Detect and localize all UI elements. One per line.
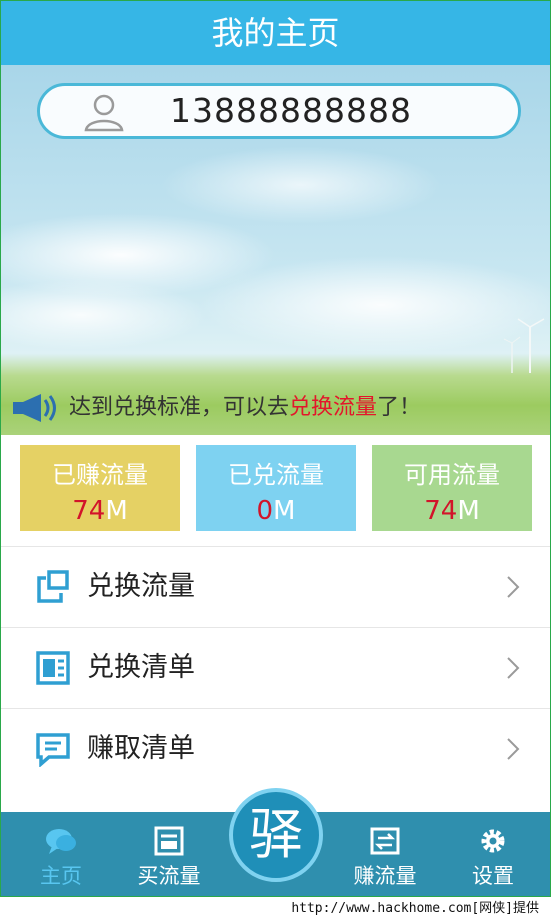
list-icon <box>36 651 70 685</box>
tab-label: 主页 <box>40 864 82 888</box>
stat-unit: M <box>105 496 128 526</box>
menu-item-exchange-traffic[interactable]: 兑换流量 <box>1 546 550 627</box>
tab-buy-traffic[interactable]: 买流量 <box>129 812 209 896</box>
receipt-icon <box>154 826 184 856</box>
menu-item-label: 兑换流量 <box>87 571 195 602</box>
gear-icon <box>481 829 505 853</box>
app-screen: 我的主页 13888888888 达到兑换标准，可以去兑换流量了！ 已赚流量 7… <box>0 0 551 897</box>
stat-label: 可用流量 <box>404 461 500 489</box>
tab-label: 赚流量 <box>353 864 417 888</box>
stat-value: 74 <box>72 496 106 526</box>
stat-unit: M <box>273 496 296 526</box>
phone-number: 13888888888 <box>170 91 412 130</box>
stat-label: 已兑流量 <box>228 461 324 489</box>
stat-value: 74 <box>424 496 458 526</box>
message-icon <box>36 733 70 767</box>
chevron-right-icon <box>507 738 520 760</box>
notice-bar: 达到兑换标准，可以去兑换流量了！ <box>11 388 421 428</box>
home-chat-icon <box>46 829 76 854</box>
stat-earned[interactable]: 已赚流量 74M <box>20 445 180 531</box>
notice-prefix: 达到兑换标准，可以去 <box>69 395 290 420</box>
menu-list: 兑换流量 兑换清单 赚取清单 <box>1 546 550 789</box>
chevron-right-icon <box>507 576 520 598</box>
menu-item-earn-list[interactable]: 赚取清单 <box>1 708 550 789</box>
stat-available[interactable]: 可用流量 74M <box>372 445 532 531</box>
stat-unit: M <box>457 496 480 526</box>
stat-exchanged[interactable]: 已兑流量 0M <box>196 445 356 531</box>
earn-transfer-icon <box>370 827 400 855</box>
megaphone-icon <box>13 394 56 422</box>
user-icon <box>84 94 124 132</box>
stat-value: 0 <box>256 496 274 526</box>
tab-settings[interactable]: 设置 <box>453 812 533 896</box>
watermark-text: http://www.hackhome.com[网侠]提供 <box>291 901 539 916</box>
page-title: 我的主页 <box>1 1 550 65</box>
tab-label: 买流量 <box>137 864 201 888</box>
hero-banner: 13888888888 达到兑换标准，可以去兑换流量了！ <box>1 65 550 435</box>
account-box[interactable]: 13888888888 <box>37 83 521 139</box>
notice-link-exchange[interactable]: 兑换流量 <box>289 395 377 420</box>
stat-label: 已赚流量 <box>52 461 148 489</box>
center-logo-button[interactable]: 驿 <box>229 788 323 882</box>
exchange-icon <box>37 570 69 603</box>
tab-home[interactable]: 主页 <box>21 812 101 896</box>
menu-item-exchange-list[interactable]: 兑换清单 <box>1 627 550 708</box>
wind-turbine-decoration <box>503 318 545 373</box>
notice-suffix: 了！ <box>377 395 422 420</box>
chevron-right-icon <box>507 657 520 679</box>
tab-earn-traffic[interactable]: 赚流量 <box>345 812 425 896</box>
stats-panel: 已赚流量 74M 已兑流量 0M 可用流量 74M <box>1 435 550 545</box>
menu-item-label: 赚取清单 <box>87 733 195 764</box>
tab-label: 设置 <box>472 864 514 888</box>
menu-item-label: 兑换清单 <box>87 652 195 683</box>
